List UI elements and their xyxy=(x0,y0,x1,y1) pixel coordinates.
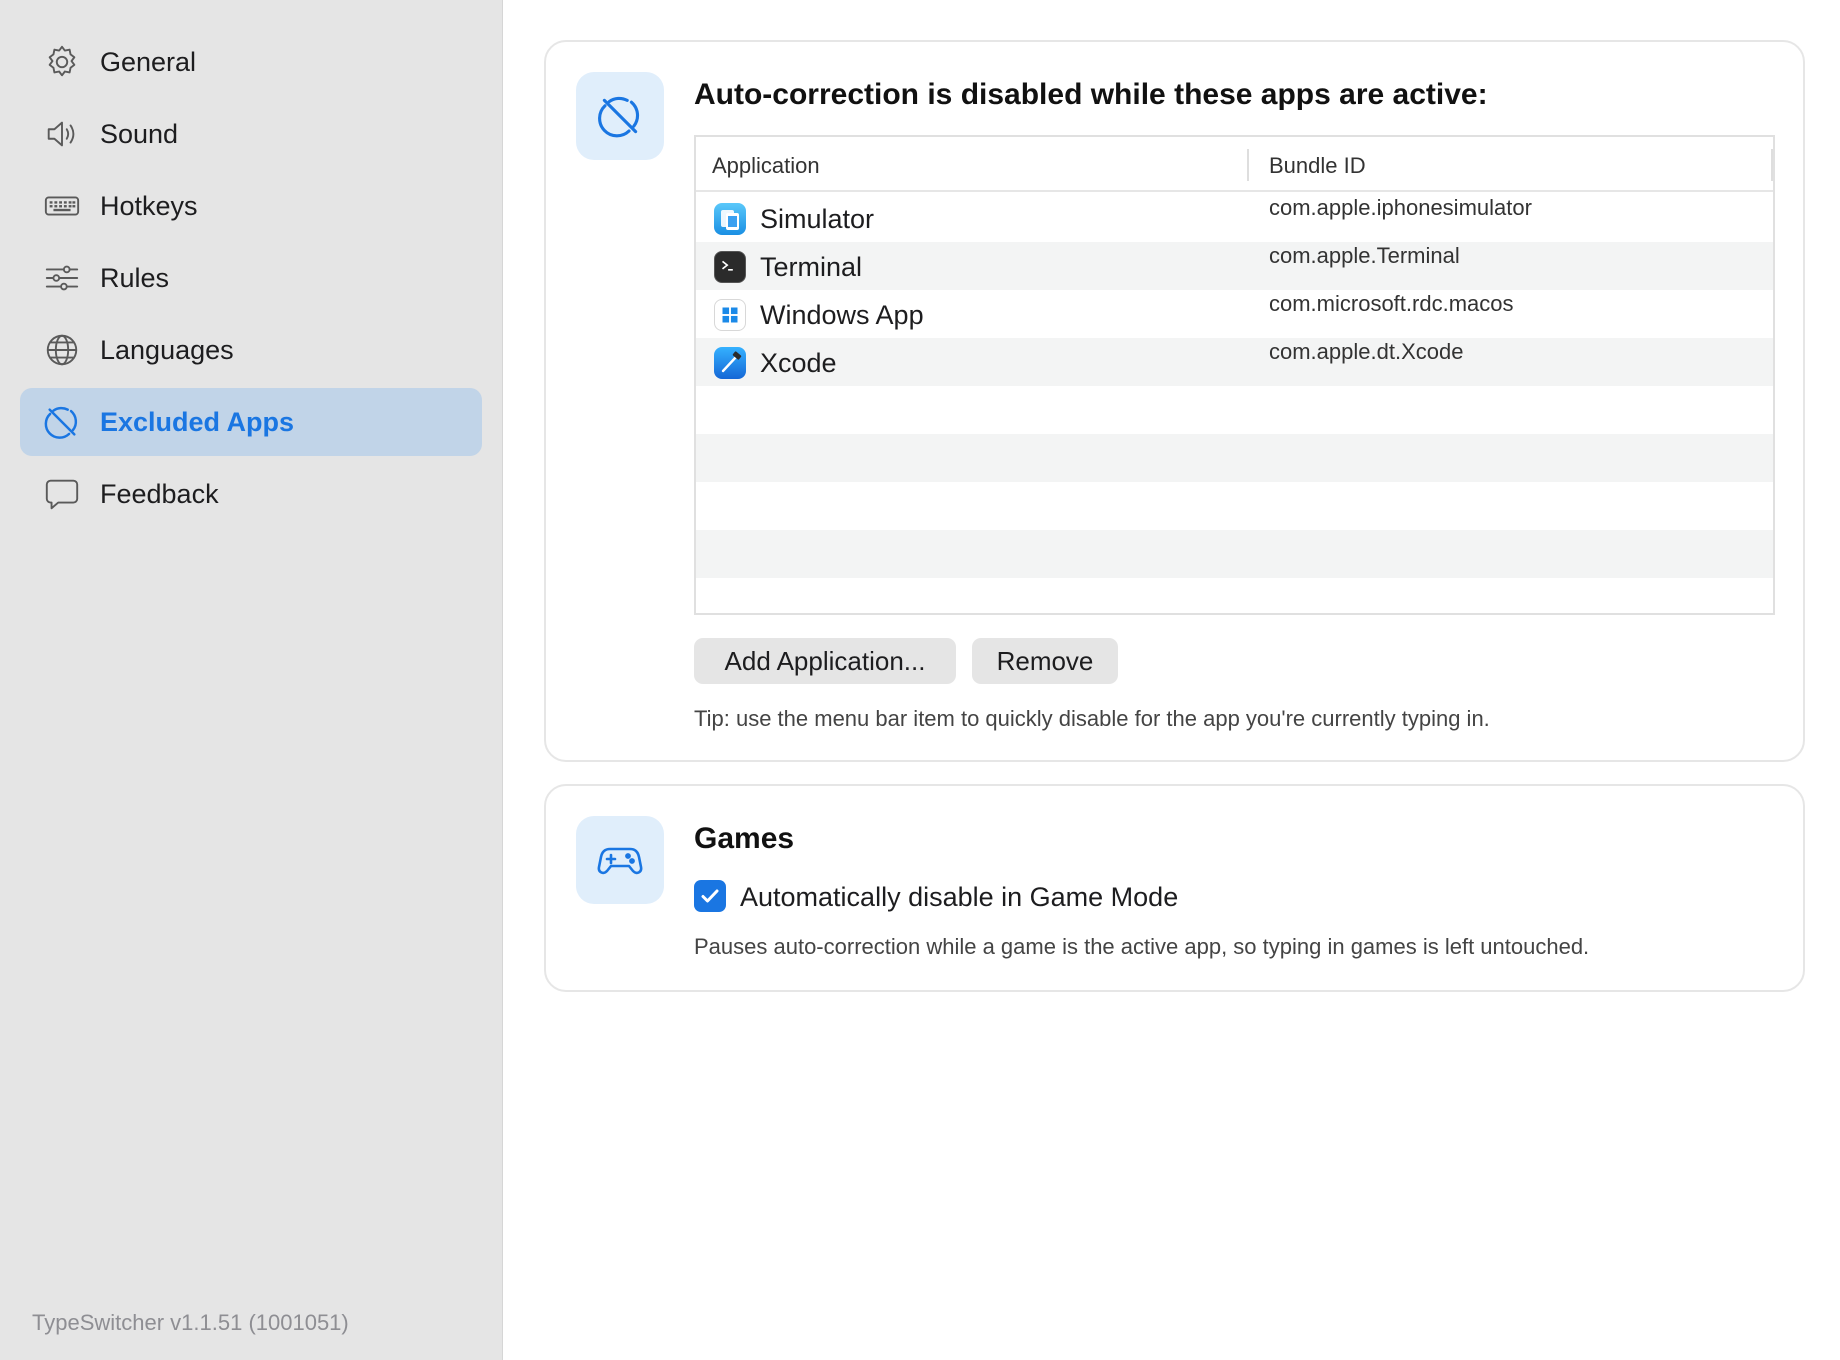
game-mode-checkbox-label[interactable]: Automatically disable in Game Mode xyxy=(740,882,1178,913)
game-mode-checkbox[interactable] xyxy=(694,880,726,912)
speaker-icon xyxy=(42,114,82,154)
sliders-icon xyxy=(42,258,82,298)
app-name: Xcode xyxy=(760,348,837,378)
sidebar-item-label: Feedback xyxy=(100,478,219,509)
column-header-application[interactable]: Application xyxy=(712,153,820,179)
disabled-circle-icon xyxy=(596,92,644,140)
keyboard-icon xyxy=(42,186,82,226)
sidebar-item-sound[interactable]: Sound xyxy=(20,100,482,168)
bundle-id: com.apple.Terminal xyxy=(1269,243,1460,268)
sidebar-item-label: Rules xyxy=(100,262,170,293)
empty-row xyxy=(696,530,1773,578)
empty-row xyxy=(696,434,1773,482)
table-row[interactable]: Terminal com.apple.Terminal xyxy=(696,242,1773,290)
table-row[interactable]: Simulator com.apple.iphonesimulator xyxy=(696,194,1773,242)
bundle-id: com.microsoft.rdc.macos xyxy=(1269,291,1514,316)
sidebar-item-languages[interactable]: Languages xyxy=(20,316,482,384)
sidebar-item-label: General xyxy=(100,46,197,77)
simulator-icon xyxy=(714,203,746,235)
gear-icon xyxy=(42,42,82,82)
column-header-bundle-id[interactable]: Bundle ID xyxy=(1269,153,1366,179)
card-icon-tile xyxy=(576,72,664,160)
column-divider[interactable] xyxy=(1247,149,1249,181)
table-header: Application Bundle ID xyxy=(696,137,1773,192)
sidebar-item-label: Excluded Apps xyxy=(100,406,295,437)
bundle-id: com.apple.dt.Xcode xyxy=(1269,339,1464,364)
sidebar-item-label: Languages xyxy=(100,334,234,365)
games-description: Pauses auto-correction while a game is t… xyxy=(694,934,1590,959)
sidebar-item-label: Hotkeys xyxy=(100,190,198,221)
table-row[interactable]: Windows App com.microsoft.rdc.macos xyxy=(696,290,1773,338)
empty-row xyxy=(696,386,1773,434)
table-row[interactable]: Xcode com.apple.dt.Xcode xyxy=(696,338,1773,386)
sidebar-item-feedback[interactable]: Feedback xyxy=(20,460,482,528)
disabled-circle-icon xyxy=(42,402,82,442)
empty-row xyxy=(696,578,1773,613)
column-divider[interactable] xyxy=(1771,149,1773,181)
excluded-apps-table[interactable]: Application Bundle ID Simulator com.appl… xyxy=(694,135,1775,615)
games-card: Games Automatically disable in Game Mode… xyxy=(544,784,1805,992)
tip-text: Tip: use the menu bar item to quickly di… xyxy=(694,706,1490,731)
sidebar-item-rules[interactable]: Rules xyxy=(20,244,482,312)
games-title: Games xyxy=(694,822,795,855)
app-name: Simulator xyxy=(760,204,875,234)
bundle-id: com.apple.iphonesimulator xyxy=(1269,195,1532,220)
sidebar-item-label: Sound xyxy=(100,118,179,149)
app-name: Terminal xyxy=(760,252,863,282)
speech-bubble-icon xyxy=(42,474,82,514)
windows-app-icon xyxy=(714,299,746,331)
checkmark-icon xyxy=(698,884,722,908)
add-application-button[interactable]: Add Application... xyxy=(694,638,956,684)
sidebar-item-general[interactable]: General xyxy=(20,28,482,96)
excluded-apps-card: Auto-correction is disabled while these … xyxy=(544,40,1805,762)
sidebar-item-hotkeys[interactable]: Hotkeys xyxy=(20,172,482,240)
gamepad-icon xyxy=(596,836,644,884)
empty-row xyxy=(696,482,1773,530)
remove-button[interactable]: Remove xyxy=(972,638,1118,684)
sidebar-item-excluded-apps[interactable]: Excluded Apps xyxy=(20,388,482,456)
globe-icon xyxy=(42,330,82,370)
card-icon-tile xyxy=(576,816,664,904)
app-name: Windows App xyxy=(760,300,924,330)
excluded-apps-title: Auto-correction is disabled while these … xyxy=(694,78,1488,111)
version-label: TypeSwitcher v1.1.51 (1001051) xyxy=(32,1310,349,1335)
sidebar: General Sound Hotkeys Rules Languages Ex… xyxy=(0,0,503,1360)
xcode-icon xyxy=(714,347,746,379)
terminal-icon xyxy=(714,251,746,283)
